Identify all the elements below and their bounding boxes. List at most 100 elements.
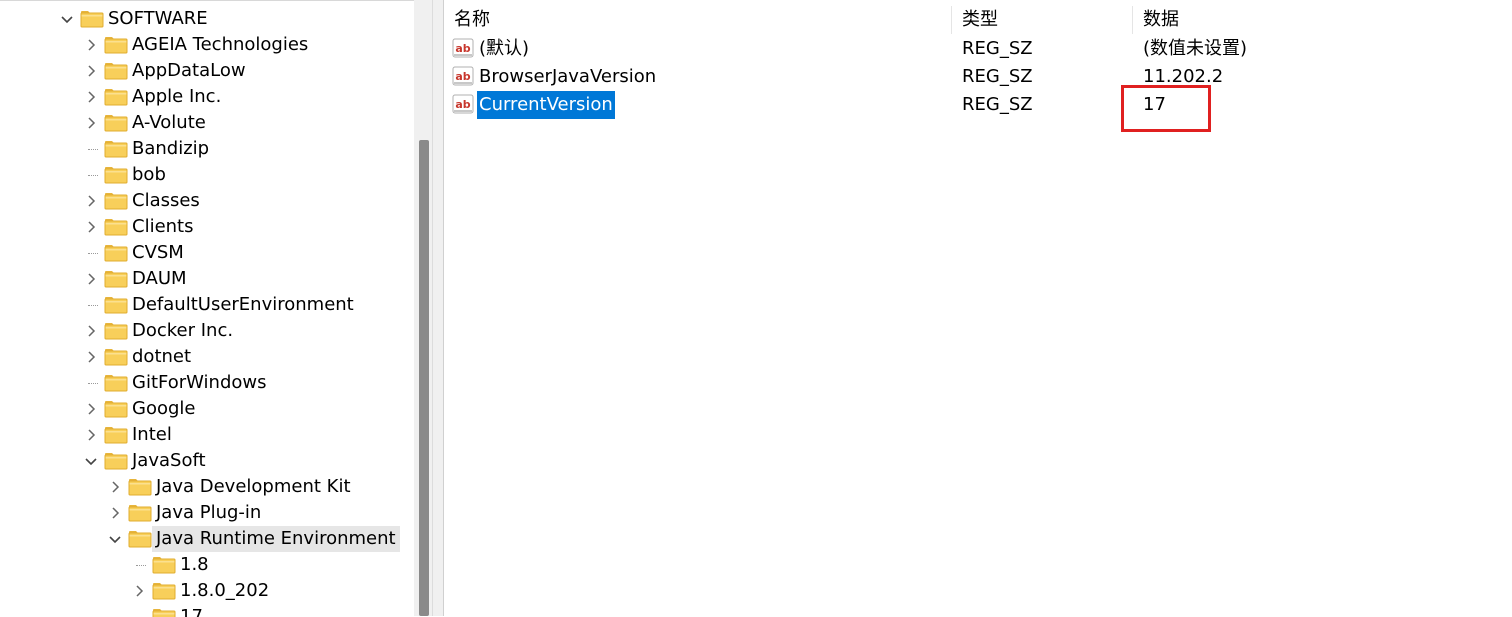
- tree-connector: [88, 383, 98, 384]
- folder-icon: [104, 140, 128, 158]
- chevron-down-icon[interactable]: [108, 532, 122, 546]
- tree-item[interactable]: 1.8.0_202: [0, 578, 414, 604]
- chevron-down-icon[interactable]: [60, 12, 74, 26]
- tree-item[interactable]: A-Volute: [0, 110, 414, 136]
- annotation-highlight-box: [1121, 85, 1211, 132]
- tree-item[interactable]: dotnet: [0, 344, 414, 370]
- tree-item[interactable]: 1.8: [0, 552, 414, 578]
- chevron-down-icon[interactable]: [84, 454, 98, 468]
- tree-item[interactable]: Clients: [0, 214, 414, 240]
- folder-icon: [104, 296, 128, 314]
- folder-icon: [104, 270, 128, 288]
- chevron-right-icon[interactable]: [84, 116, 98, 130]
- registry-tree[interactable]: SOFTWARE AGEIA Technologies AppDataLow Appl…: [0, 0, 432, 617]
- tree-item[interactable]: JavaSoft: [0, 448, 414, 474]
- chevron-right-icon[interactable]: [84, 220, 98, 234]
- tree-item-label: Google: [132, 398, 196, 419]
- value-type: REG_SZ: [962, 66, 1033, 87]
- tree-item[interactable]: Intel: [0, 422, 414, 448]
- tree-item[interactable]: AppDataLow: [0, 58, 414, 84]
- tree-item[interactable]: SOFTWARE: [0, 6, 414, 32]
- chevron-right-icon[interactable]: [84, 402, 98, 416]
- tree-item[interactable]: Docker Inc.: [0, 318, 414, 344]
- tree-item-label: Java Runtime Environment: [152, 526, 400, 552]
- tree-item[interactable]: DAUM: [0, 266, 414, 292]
- tree-item[interactable]: 17: [0, 604, 414, 617]
- column-divider[interactable]: [1132, 6, 1133, 34]
- tree-item-label: Bandizip: [132, 138, 210, 159]
- tree-item-label: Clients: [132, 216, 194, 237]
- tree-item-label: bob: [132, 164, 166, 185]
- tree-item-label: AppDataLow: [132, 60, 246, 81]
- string-value-icon: ab: [452, 94, 474, 114]
- value-name[interactable]: (默认): [477, 35, 531, 63]
- tree-connector: [88, 149, 98, 150]
- chevron-right-icon[interactable]: [84, 194, 98, 208]
- folder-icon: [104, 36, 128, 54]
- tree-item-label: Classes: [132, 190, 200, 211]
- folder-icon: [104, 374, 128, 392]
- svg-text:ab: ab: [455, 70, 470, 83]
- tree-item-label: AGEIA Technologies: [132, 34, 309, 55]
- tree-item-label: DefaultUserEnvironment: [132, 294, 354, 315]
- tree-item-label: 17: [180, 606, 203, 617]
- tree-item[interactable]: Java Plug-in: [0, 500, 414, 526]
- chevron-right-icon[interactable]: [84, 64, 98, 78]
- folder-icon: [128, 478, 152, 496]
- folder-icon: [152, 582, 176, 600]
- chevron-right-icon[interactable]: [108, 480, 122, 494]
- tree-item-label: Apple Inc.: [132, 86, 222, 107]
- tree-item-label: A-Volute: [132, 112, 206, 133]
- tree-item[interactable]: GitForWindows: [0, 370, 414, 396]
- chevron-right-icon[interactable]: [84, 38, 98, 52]
- tree-item[interactable]: Apple Inc.: [0, 84, 414, 110]
- folder-icon: [128, 504, 152, 522]
- tree-item-label: JavaSoft: [132, 450, 206, 471]
- tree-item[interactable]: AGEIA Technologies: [0, 32, 414, 58]
- tree-item[interactable]: Java Development Kit: [0, 474, 414, 500]
- tree-item[interactable]: Classes: [0, 188, 414, 214]
- tree-item-label: CVSM: [132, 242, 184, 263]
- chevron-right-icon[interactable]: [84, 324, 98, 338]
- column-header-data[interactable]: 数据: [1143, 8, 1179, 32]
- tree-item-label: Intel: [132, 424, 172, 445]
- pane-splitter[interactable]: [432, 0, 444, 616]
- value-row[interactable]: ab BrowserJavaVersion REG_SZ 11.202.2: [444, 63, 1512, 91]
- tree-item[interactable]: Bandizip: [0, 136, 414, 162]
- chevron-right-icon[interactable]: [84, 272, 98, 286]
- chevron-right-icon[interactable]: [84, 428, 98, 442]
- tree-connector: [88, 253, 98, 254]
- value-type: REG_SZ: [962, 38, 1033, 59]
- chevron-right-icon[interactable]: [84, 90, 98, 104]
- folder-icon: [104, 348, 128, 366]
- tree-item[interactable]: DefaultUserEnvironment: [0, 292, 414, 318]
- folder-icon: [104, 426, 128, 444]
- folder-icon: [104, 114, 128, 132]
- tree-connector: [88, 305, 98, 306]
- tree-scrollbar-thumb[interactable]: [419, 140, 429, 616]
- folder-icon: [104, 322, 128, 340]
- chevron-right-icon[interactable]: [132, 584, 146, 598]
- tree-item-label: SOFTWARE: [108, 8, 208, 29]
- tree-item-label: Docker Inc.: [132, 320, 234, 341]
- folder-icon: [80, 10, 104, 28]
- tree-item[interactable]: bob: [0, 162, 414, 188]
- value-row[interactable]: ab CurrentVersion REG_SZ 17: [444, 90, 1512, 120]
- value-row[interactable]: ab (默认) REG_SZ (数值未设置): [444, 35, 1512, 63]
- column-divider[interactable]: [951, 6, 952, 34]
- tree-item[interactable]: Java Runtime Environment: [0, 526, 414, 552]
- value-name[interactable]: CurrentVersion: [476, 90, 616, 120]
- folder-icon: [128, 530, 152, 548]
- column-header-type[interactable]: 类型: [962, 8, 998, 32]
- folder-icon: [104, 88, 128, 106]
- chevron-right-icon[interactable]: [108, 506, 122, 520]
- value-name[interactable]: BrowserJavaVersion: [477, 63, 658, 91]
- values-list[interactable]: 名称 类型 数据 ab (默认) REG_SZ (数值未设置) ab BrowserJav…: [444, 0, 1512, 616]
- tree-item-label: dotnet: [132, 346, 192, 367]
- tree-item[interactable]: CVSM: [0, 240, 414, 266]
- chevron-right-icon[interactable]: [84, 350, 98, 364]
- tree-item[interactable]: Google: [0, 396, 414, 422]
- tree-item-label: Java Plug-in: [156, 502, 262, 523]
- column-header-name[interactable]: 名称: [454, 8, 490, 32]
- folder-icon: [104, 62, 128, 80]
